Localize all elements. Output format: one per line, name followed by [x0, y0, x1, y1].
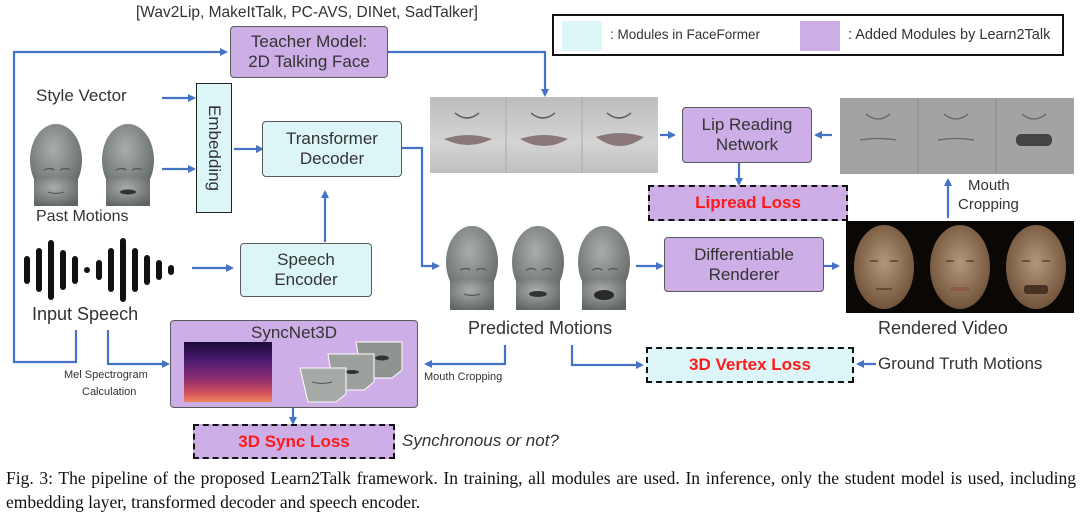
mouth-cropping-top-line2: Cropping: [958, 196, 1019, 213]
legend-label-learn2talk: : Added Modules by Learn2Talk: [848, 27, 1051, 43]
lipread-loss-box: Lipread Loss: [648, 185, 848, 221]
renderer-line2: Renderer: [708, 264, 780, 284]
past-motion-faces: [30, 124, 154, 206]
waveform-bar: [144, 255, 150, 285]
embedding-box: Embedding: [196, 83, 232, 213]
syncnet-mouth-crops: [299, 341, 403, 403]
rendered-faces-drawing: [854, 225, 1066, 309]
predicted-motions-label: Predicted Motions: [468, 318, 613, 338]
waveform-bar: [132, 248, 138, 292]
lip-reading-network-box: Lip Reading Network: [682, 107, 812, 163]
arrow-speech-to-syncnet: [106, 330, 170, 368]
speech-encoder-box: Speech Encoder: [240, 243, 372, 297]
predicted-motion-faces: [446, 226, 630, 310]
waveform-bar: [60, 250, 66, 290]
waveform-bar: [48, 240, 54, 300]
waveform-bar: [24, 256, 30, 284]
transformer-line1: Transformer: [286, 129, 378, 149]
style-vector-label: Style Vector: [36, 86, 127, 105]
teacher-lips-drawing: [444, 97, 644, 173]
rendered-mouth-crops: [840, 98, 1074, 174]
mouth-cropping-top-line1: Mouth: [968, 177, 1010, 194]
past-face-2: [102, 124, 154, 206]
teacher-line1: Teacher Model:: [250, 32, 368, 52]
legend-label-faceformer: : Modules in FaceFormer: [610, 27, 761, 42]
waveform-bar: [72, 256, 78, 284]
rendered-video-label: Rendered Video: [878, 318, 1008, 338]
legend-swatch-faceformer: [562, 21, 602, 51]
speech-encoder-line2: Encoder: [274, 270, 338, 289]
arrow-teacher-to-2d-lips: [382, 50, 549, 97]
mouth-cropping-bottom-label: Mouth Cropping: [424, 371, 503, 383]
vertex-loss-box: 3D Vertex Loss: [646, 347, 854, 383]
sync-loss-box: 3D Sync Loss: [193, 424, 395, 459]
lip-reading-line1: Lip Reading: [701, 115, 793, 135]
renderer-line1: Differentiable: [694, 244, 794, 264]
waveform-bar: [108, 248, 114, 292]
mel-spectrogram-image: [184, 342, 272, 402]
teacher-lip-images: [430, 97, 658, 173]
embedding-label: Embedding: [204, 104, 224, 191]
differentiable-renderer-box: Differentiable Renderer: [664, 237, 824, 292]
waveform-bar: [120, 238, 126, 302]
waveform-bar: [36, 248, 42, 292]
teacher-line2: 2D Talking Face: [248, 52, 370, 71]
arrow-predicted-to-syncnet: [424, 345, 507, 368]
legend-swatch-learn2talk: [800, 21, 840, 51]
arrow-predicted-to-vertex: [570, 345, 644, 369]
lip-reading-line2: Network: [715, 135, 779, 154]
waveform-bar: [84, 267, 90, 273]
transformer-decoder-box: Transformer Decoder: [262, 121, 402, 177]
past-face-1: [30, 124, 82, 206]
teacher-model-box: Teacher Model: 2D Talking Face: [230, 26, 388, 78]
waveform-bar: [156, 260, 162, 280]
synchronous-question-label: Synchronous or not?: [402, 431, 559, 450]
transformer-line2: Decoder: [299, 149, 365, 168]
waveform-bar: [168, 265, 174, 275]
legend: : Modules in FaceFormer : Added Modules …: [552, 14, 1064, 56]
mouth-cropping-top-label: Mouth: [968, 176, 1010, 196]
mel-spectrogram-label-line2: Calculation: [82, 386, 137, 398]
rendered-mouth-drawing: [859, 98, 1052, 174]
figure-caption: Fig. 3: The pipeline of the proposed Lea…: [6, 468, 1076, 512]
waveform-bar: [96, 260, 102, 280]
predicted-face-1: [446, 226, 498, 310]
rendered-video-frames: [846, 221, 1074, 313]
input-speech-label: Input Speech: [32, 304, 139, 324]
speech-encoder-line1: Speech: [277, 250, 335, 270]
waveform-icon: [24, 238, 174, 302]
past-motions-label: Past Motions: [36, 208, 129, 225]
predicted-face-3: [578, 226, 630, 310]
mel-spectrogram-label-line1: Mel Spectrogram: [64, 369, 148, 381]
ground-truth-motions-label: Ground Truth Motions: [878, 354, 1043, 373]
predicted-face-2: [512, 226, 564, 310]
teacher-models-list: [Wav2Lip, MakeItTalk, PC-AVS, DINet, Sad…: [136, 4, 478, 21]
